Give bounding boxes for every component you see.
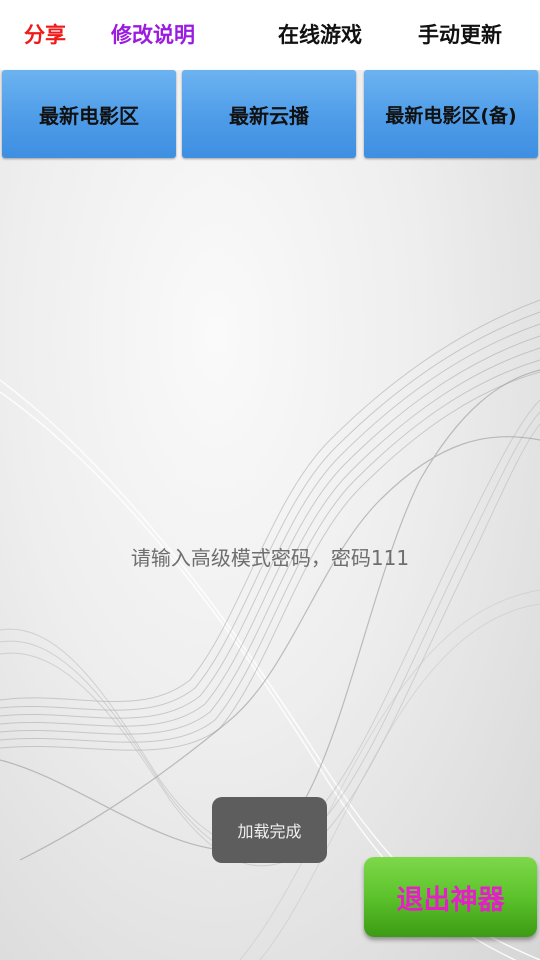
exit-button[interactable]: 退出神器 [364, 857, 537, 937]
change-notes-link[interactable]: 修改说明 [111, 20, 195, 50]
latest-movies-button[interactable]: 最新电影区 [2, 70, 176, 158]
share-link[interactable]: 分享 [24, 20, 66, 50]
online-games-link[interactable]: 在线游戏 [278, 20, 362, 50]
category-button-row: 最新电影区 最新云播 最新电影区(备) [0, 70, 540, 160]
top-menu-bar: 分享 修改说明 在线游戏 手动更新 [0, 0, 540, 70]
manual-update-link[interactable]: 手动更新 [418, 20, 502, 50]
password-prompt: 请输入高级模式密码，密码111 [130, 546, 410, 570]
latest-cloud-play-button[interactable]: 最新云播 [182, 70, 356, 158]
latest-movies-backup-button[interactable]: 最新电影区(备) [364, 70, 538, 158]
loading-complete-toast: 加载完成 [212, 797, 327, 863]
